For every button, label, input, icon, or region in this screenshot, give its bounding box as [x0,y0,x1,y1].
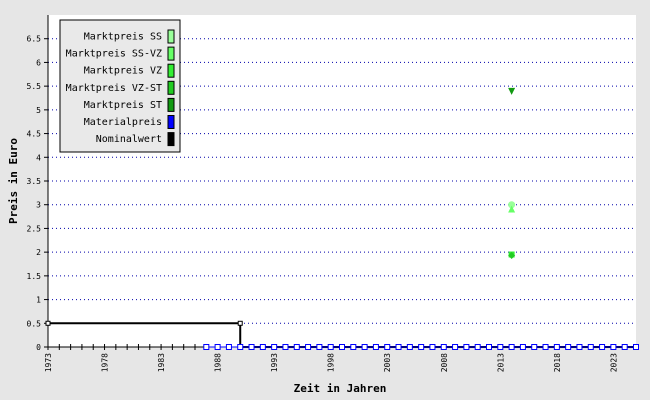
legend-swatch-marktpreis-ss [167,29,175,44]
legend-label-marktpreis-ss: Marktpreis SS [84,32,162,43]
y-tick-label: 4 [36,153,41,162]
x-tick-label: 1978 [101,353,110,372]
y-axis-title: Preis in Euro [7,138,20,224]
data-point-materialpreis [214,344,221,350]
y-tick-label: 5.5 [27,82,42,91]
y-tick-label: 2 [36,248,41,257]
y-tick-label: 0 [36,343,41,352]
x-tick-label: 1983 [157,353,166,372]
legend-label-nominalwert: Nominalwert [96,134,162,145]
y-tick-label: 4.5 [27,130,42,139]
y-tick-label: 0.5 [27,319,42,328]
legend-swatch-marktpreis-vz [167,63,175,78]
x-axis-title: Zeit in Jahren [294,382,387,395]
data-point-materialpreis [271,344,278,350]
data-point-materialpreis [429,344,436,350]
x-tick-label: 2008 [440,353,449,372]
data-point-materialpreis [463,344,470,350]
data-point-materialpreis [395,344,402,350]
price-chart: 0 0.5 1 1.5 2 2.5 3 3.5 4 4.5 5 5.5 6 6.5 1973 1978 198… [0,0,650,400]
data-point-materialpreis [327,344,334,350]
x-tick-label: 2018 [553,353,562,372]
data-point-materialpreis [587,344,594,350]
data-point-materialpreis [339,344,345,350]
data-point-materialpreis [316,344,323,350]
legend-label-marktpreis-st: Marktpreis ST [84,100,162,111]
legend-label-marktpreis-vz: Marktpreis VZ [84,66,162,77]
data-point-materialpreis [384,344,391,350]
data-point-materialpreis [293,344,300,350]
data-point-materialpreis [486,344,492,350]
x-tick-label: 1973 [44,353,53,372]
data-point-materialpreis [599,344,606,350]
data-point-materialpreis [305,344,312,350]
data-point-materialpreis [259,344,266,350]
data-point-materialpreis [406,344,413,350]
y-tick-label: 2.5 [27,224,42,233]
chart-svg: 0 0.5 1 1.5 2 2.5 3 3.5 4 4.5 5 5.5 6 6.5 1973 1978 198… [0,0,650,400]
data-point-materialpreis [542,344,549,350]
data-point-materialpreis [519,344,526,350]
data-point-materialpreis [508,344,515,350]
y-tick-label: 6.5 [27,35,42,44]
legend-swatch-marktpreis-ss-vz [167,46,175,61]
data-point-materialpreis [372,344,379,350]
data-point-materialpreis [440,344,447,350]
x-tick-label: 2003 [383,353,392,372]
data-point-materialpreis [452,344,459,350]
data-point-materialpreis [237,344,244,350]
data-point-materialpreis [576,344,583,350]
legend-label-materialpreis: Materialpreis [84,117,162,128]
legend-label-marktpreis-vz-st: Marktpreis VZ-ST [66,83,162,94]
y-tick-label: 3 [36,201,41,210]
data-point-materialpreis [418,344,425,350]
x-tick-label: 1998 [327,353,336,372]
x-tick-label: 2013 [496,353,505,372]
x-tick-label: 1993 [270,353,279,372]
y-tick-label: 1 [36,296,41,305]
data-point-materialpreis [633,344,639,350]
x-tick-label: 2023 [609,353,618,372]
data-point-materialpreis [282,344,289,350]
legend-swatch-marktpreis-st [167,97,175,112]
data-point-materialpreis [621,344,628,350]
legend-swatch-nominalwert [167,132,175,147]
data-point-materialpreis [350,344,357,350]
data-point-materialpreis [474,344,481,350]
legend: Marktpreis SS Marktpreis SS-VZ Marktpreis … [59,19,181,153]
x-tick-label: 1988 [214,353,223,372]
data-point-materialpreis [361,344,368,350]
legend-label-marktpreis-ss-vz: Marktpreis SS-VZ [66,49,162,60]
legend-swatch-materialpreis [167,115,175,129]
y-tick-label: 5 [36,106,41,115]
y-tick-label: 6 [36,58,41,67]
data-point-materialpreis [225,344,232,350]
data-point-materialpreis [497,344,504,350]
legend-swatch-marktpreis-vz-st [167,80,175,95]
data-point-nominalwert [237,320,243,326]
data-point-materialpreis [610,344,617,350]
y-tick-label: 1.5 [27,272,42,281]
data-point-materialpreis [553,344,560,350]
data-point-materialpreis [565,344,572,350]
y-tick-label: 3.5 [27,177,42,186]
data-point-materialpreis [531,344,538,350]
data-point-nominalwert [45,320,51,326]
data-point-materialpreis [248,344,255,350]
data-point-materialpreis [203,344,210,350]
